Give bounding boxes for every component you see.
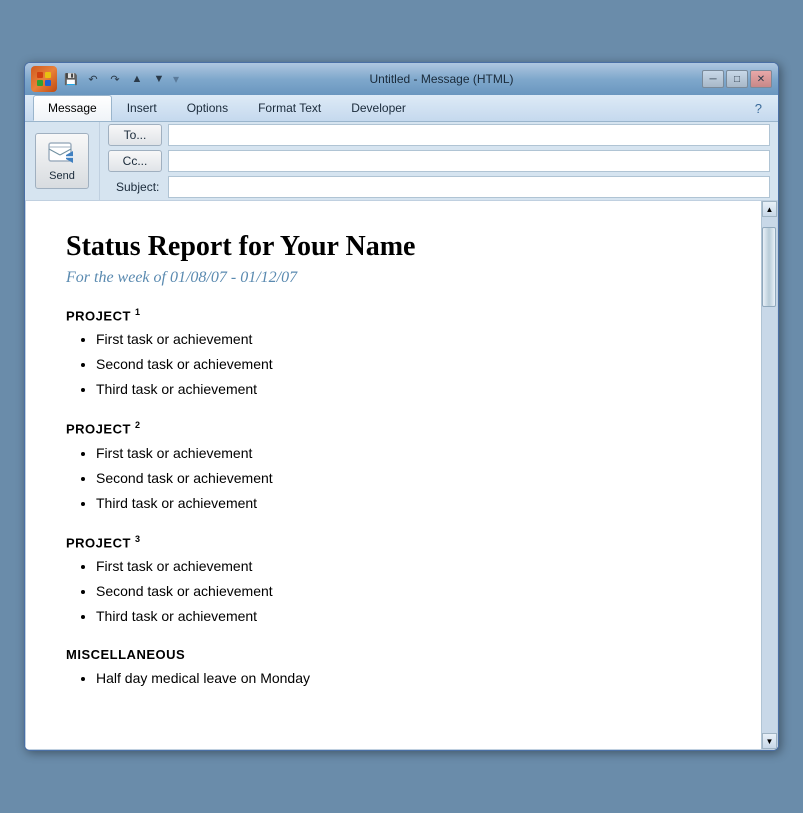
list-item: Third task or achievement: [96, 493, 721, 514]
message-body: Status Report for Your Name For the week…: [25, 200, 778, 750]
scrollbar: ▲ ▼: [761, 201, 777, 749]
undo-icon[interactable]: ↶: [83, 69, 103, 89]
to-row: To...: [100, 122, 778, 148]
ribbon-tabs: Message Insert Options Format Text Devel…: [25, 95, 778, 121]
email-header-wrapper: Send To... Cc... Subject:: [25, 122, 778, 200]
list-item: Half day medical leave on Monday: [96, 668, 721, 689]
project-2-task-list: First task or achievement Second task or…: [66, 443, 721, 514]
project-section-misc: MISCELLANEOUS Half day medical leave on …: [66, 647, 721, 689]
project-3-heading: PROJECT 3: [66, 534, 721, 550]
misc-heading: MISCELLANEOUS: [66, 647, 721, 662]
toolbar-separator: ▾: [173, 72, 179, 86]
title-bar: 💾 ↶ ↷ ▲ ▼ ▾ Untitled - Message (HTML) ─ …: [25, 63, 778, 95]
project-section-3: PROJECT 3 First task or achievement Seco…: [66, 534, 721, 627]
list-item: Second task or achievement: [96, 354, 721, 375]
save-icon[interactable]: 💾: [61, 69, 81, 89]
project-2-heading: PROJECT 2: [66, 420, 721, 436]
email-title: Status Report for Your Name: [66, 231, 721, 263]
email-fields: To... Cc... Subject:: [100, 122, 778, 200]
quick-access-toolbar: 💾 ↶ ↷ ▲ ▼ ▾: [61, 69, 181, 89]
redo-icon[interactable]: ↷: [105, 69, 125, 89]
send-label: Send: [49, 170, 75, 182]
cc-row: Cc...: [100, 148, 778, 174]
send-button-container: Send: [25, 122, 100, 200]
down-arrow-icon[interactable]: ▼: [149, 69, 169, 89]
help-icon[interactable]: ?: [747, 95, 770, 121]
cc-input[interactable]: [168, 150, 770, 172]
misc-task-list: Half day medical leave on Monday: [66, 668, 721, 689]
scroll-track[interactable]: [762, 217, 777, 733]
window-controls: ─ □ ✕: [702, 70, 772, 88]
outlook-window: 💾 ↶ ↷ ▲ ▼ ▾ Untitled - Message (HTML) ─ …: [24, 62, 779, 751]
scroll-up-button[interactable]: ▲: [762, 201, 777, 217]
close-button[interactable]: ✕: [750, 70, 772, 88]
subject-label: Subject:: [108, 180, 162, 194]
scroll-down-button[interactable]: ▼: [762, 733, 777, 749]
tab-insert[interactable]: Insert: [112, 95, 172, 121]
subject-input[interactable]: [168, 176, 770, 198]
project-3-task-list: First task or achievement Second task or…: [66, 556, 721, 627]
tab-format-text[interactable]: Format Text: [243, 95, 336, 121]
list-item: First task or achievement: [96, 443, 721, 464]
project-section-2: PROJECT 2 First task or achievement Seco…: [66, 420, 721, 513]
to-button[interactable]: To...: [108, 124, 162, 146]
tab-message[interactable]: Message: [33, 95, 112, 121]
list-item: Third task or achievement: [96, 606, 721, 627]
list-item: Second task or achievement: [96, 468, 721, 489]
maximize-button[interactable]: □: [726, 70, 748, 88]
list-item: Third task or achievement: [96, 379, 721, 400]
list-item: First task or achievement: [96, 556, 721, 577]
office-button[interactable]: [31, 66, 57, 92]
window-title: Untitled - Message (HTML): [185, 72, 698, 86]
send-icon: [46, 140, 78, 168]
email-subtitle: For the week of 01/08/07 - 01/12/07: [66, 269, 721, 287]
subject-row: Subject:: [100, 174, 778, 200]
message-content[interactable]: Status Report for Your Name For the week…: [26, 201, 761, 749]
send-button[interactable]: Send: [35, 133, 89, 189]
ribbon: Message Insert Options Format Text Devel…: [25, 95, 778, 122]
cc-button[interactable]: Cc...: [108, 150, 162, 172]
tab-developer[interactable]: Developer: [336, 95, 421, 121]
list-item: First task or achievement: [96, 329, 721, 350]
project-1-heading: PROJECT 1: [66, 307, 721, 323]
minimize-button[interactable]: ─: [702, 70, 724, 88]
project-1-task-list: First task or achievement Second task or…: [66, 329, 721, 400]
up-arrow-icon[interactable]: ▲: [127, 69, 147, 89]
project-section-1: PROJECT 1 First task or achievement Seco…: [66, 307, 721, 400]
to-input[interactable]: [168, 124, 770, 146]
tab-options[interactable]: Options: [172, 95, 243, 121]
scroll-thumb[interactable]: [762, 227, 776, 307]
list-item: Second task or achievement: [96, 581, 721, 602]
